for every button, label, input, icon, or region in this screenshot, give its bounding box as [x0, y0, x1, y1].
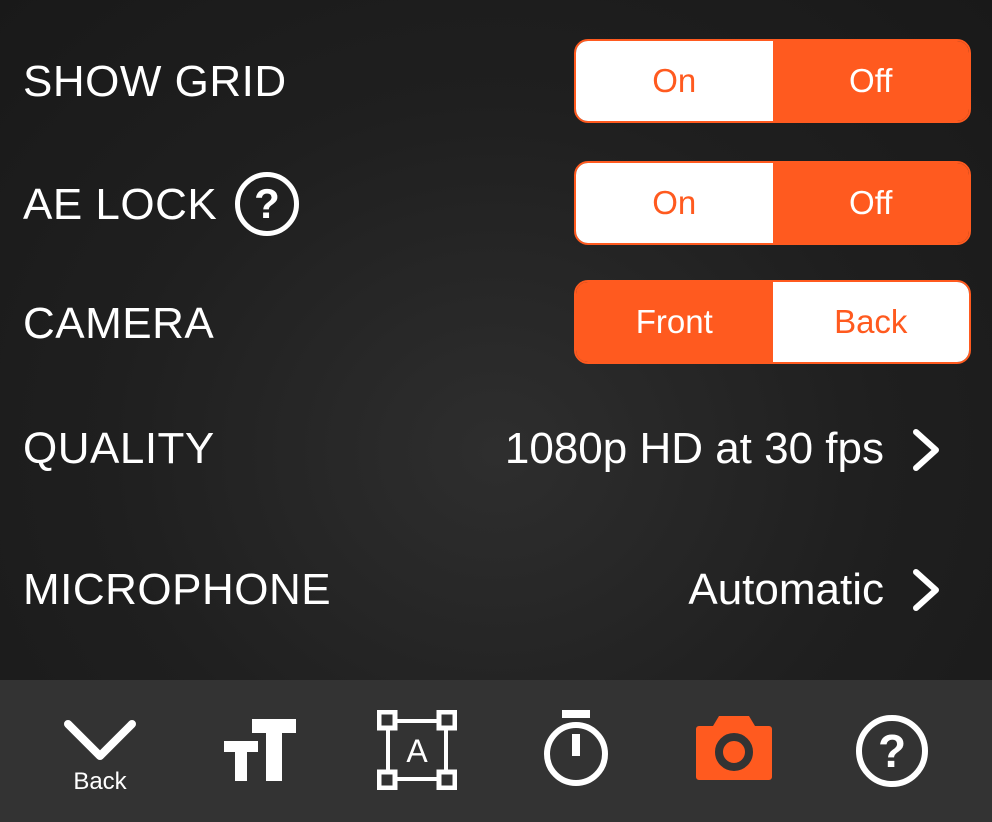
text-box-icon: A — [377, 710, 457, 790]
timer-icon — [544, 710, 608, 786]
back-label: Back — [73, 768, 127, 795]
ae-lock-toggle: On Off — [574, 161, 971, 245]
show-grid-label: SHOW GRID — [23, 57, 287, 106]
ae-lock-help-icon[interactable]: ? — [235, 172, 299, 236]
quality-label: QUALITY — [23, 424, 215, 473]
svg-text:A: A — [406, 733, 428, 769]
toolbar-help-icon[interactable]: ? — [856, 715, 928, 787]
camera-back-option[interactable]: Back — [772, 282, 969, 362]
quality-value[interactable]: 1080p HD at 30 fps — [505, 427, 884, 471]
text-size-icon — [224, 719, 296, 781]
microphone-chevron-right-icon[interactable] — [910, 568, 942, 612]
microphone-value[interactable]: Automatic — [688, 568, 884, 612]
camera-label: CAMERA — [23, 299, 215, 348]
text-size-button[interactable] — [218, 715, 300, 785]
quality-chevron-right-icon[interactable] — [910, 428, 942, 472]
show-grid-on-option[interactable]: On — [576, 41, 773, 121]
microphone-label: MICROPHONE — [23, 565, 332, 614]
text-box-button[interactable]: A — [377, 710, 457, 790]
ae-lock-label: AE LOCK — [23, 180, 218, 229]
show-grid-off-option[interactable]: Off — [772, 41, 969, 121]
show-grid-toggle: On Off — [574, 39, 971, 123]
chevron-down-icon — [64, 720, 136, 760]
ae-lock-on-option[interactable]: On — [576, 163, 773, 243]
camera-toggle: Front Back — [574, 280, 971, 364]
camera-front-option[interactable]: Front — [576, 282, 773, 362]
ae-lock-off-option[interactable]: Off — [772, 163, 969, 243]
timer-button[interactable] — [540, 708, 612, 788]
bottom-toolbar — [0, 680, 992, 822]
camera-icon — [696, 716, 772, 780]
camera-button[interactable] — [695, 712, 773, 782]
